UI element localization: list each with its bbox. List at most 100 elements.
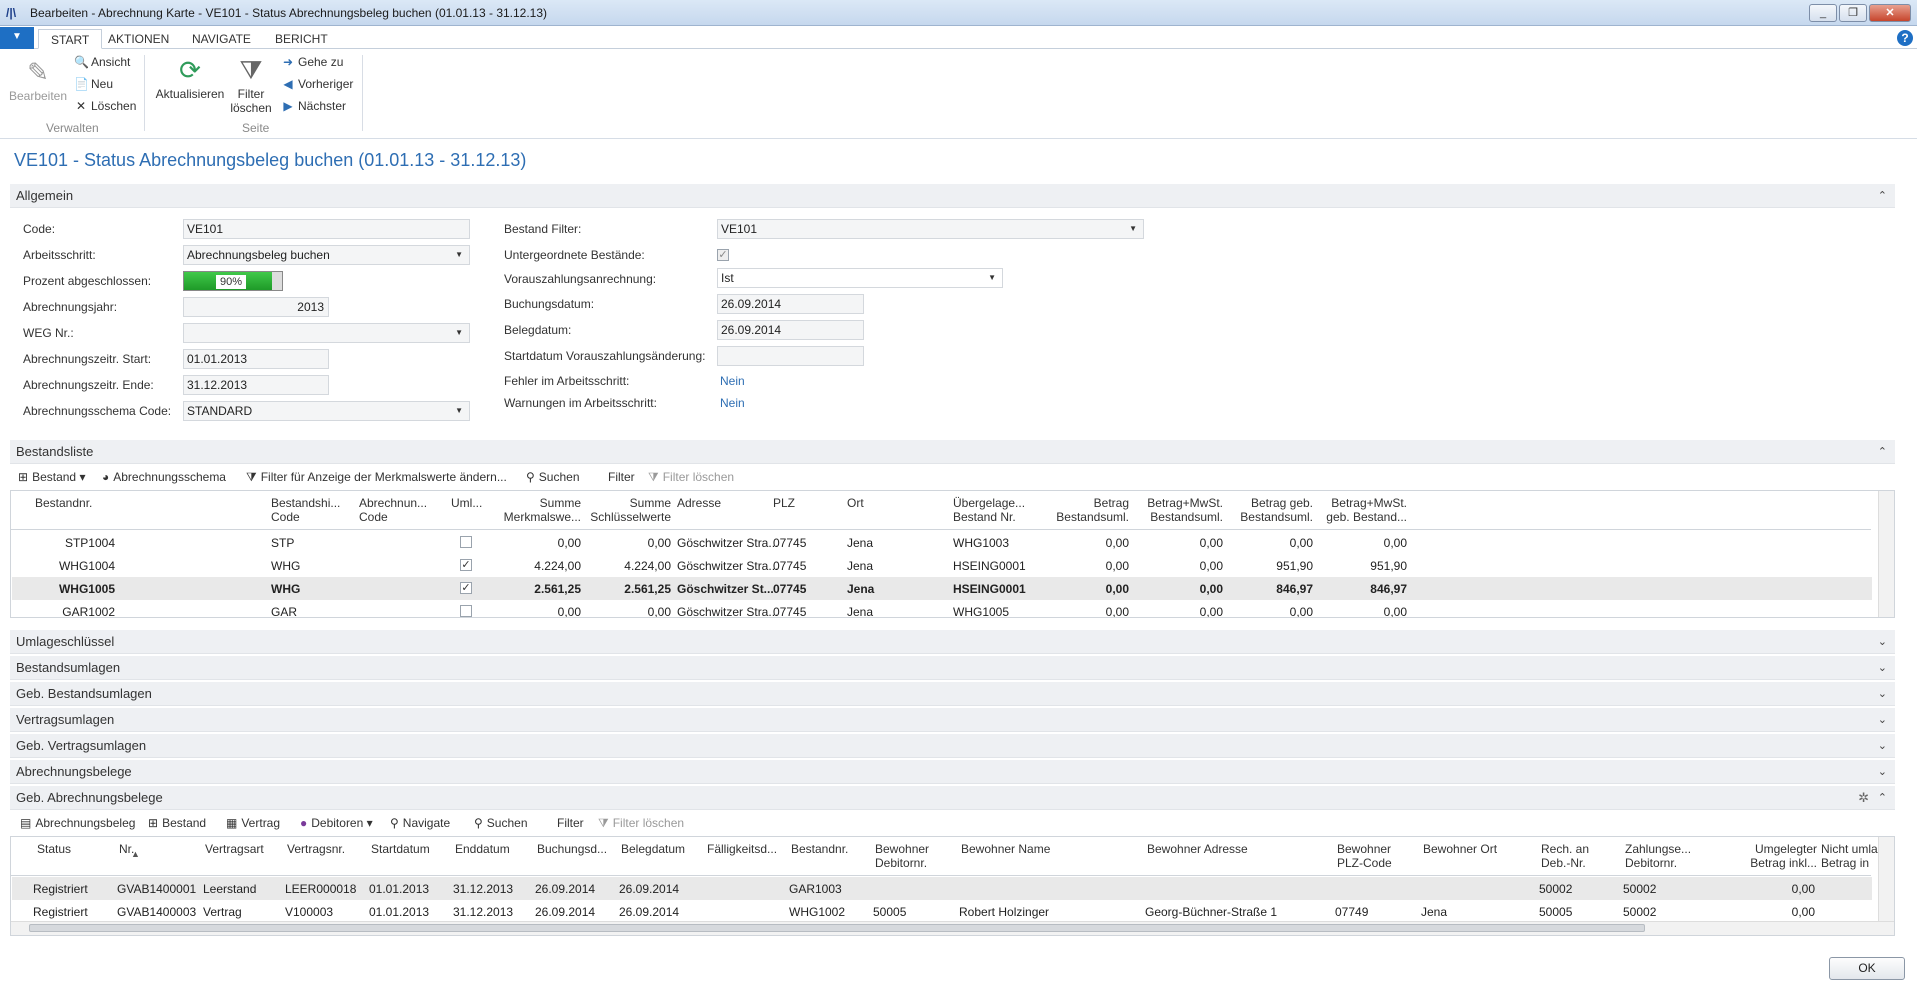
end-field[interactable]: 31.12.2013 xyxy=(183,375,329,395)
sub-checkbox[interactable]: ✓ xyxy=(717,249,729,261)
uml-checkbox[interactable]: ✓ xyxy=(460,582,472,594)
help-icon[interactable]: ? xyxy=(1897,30,1913,46)
column-header[interactable]: Rech. an Deb.-Nr. xyxy=(1541,842,1611,870)
column-header[interactable]: Nicht umla Betrag in xyxy=(1821,842,1879,870)
chevron-down-icon[interactable]: ⌄ xyxy=(1878,630,1887,654)
chevron-down-icon[interactable]: ⌄ xyxy=(1878,708,1887,732)
clear-filter-action[interactable]: ⧩ Filter löschen xyxy=(598,816,684,831)
chevron-down-icon[interactable]: ⌄ xyxy=(1878,682,1887,706)
tab-start[interactable]: START xyxy=(38,29,103,49)
warnings-link[interactable]: Nein xyxy=(720,396,745,410)
bestand-action[interactable]: ⊞ Bestand xyxy=(148,816,206,830)
clear-filter-button[interactable]: ⧩ Filter löschen xyxy=(226,55,276,115)
column-header[interactable]: Adresse xyxy=(677,496,777,510)
uml-checkbox[interactable]: ✓ xyxy=(460,559,472,571)
column-header[interactable]: Umgelegter Betrag inkl... xyxy=(1721,842,1817,870)
sort-ascending-icon[interactable]: ▲ xyxy=(131,847,140,861)
refresh-button[interactable]: ⟳ Aktualisieren xyxy=(154,55,226,101)
chevron-up-icon[interactable]: ⌃ xyxy=(1878,184,1887,208)
fasttab-allgemein[interactable]: Allgemein ⌃ xyxy=(10,184,1895,208)
column-header[interactable]: Betrag geb. Bestandsuml. xyxy=(1225,496,1313,524)
tab-aktionen[interactable]: AKTIONEN xyxy=(96,29,181,49)
navigate-action[interactable]: ⚲ Navigate xyxy=(390,816,450,830)
column-header[interactable]: Buchungsd... xyxy=(537,842,609,856)
column-header[interactable]: Bewohner Name xyxy=(961,842,1141,856)
next-button[interactable]: ▶ Nächster xyxy=(281,97,346,115)
new-button[interactable]: 📄 Neu xyxy=(74,75,113,93)
postdate-field[interactable]: 26.09.2014 xyxy=(717,294,864,314)
column-header[interactable]: Startdatum xyxy=(371,842,443,856)
app-menu-button[interactable]: ▼ xyxy=(0,27,34,49)
debitoren-action[interactable]: ● Debitoren ▾ xyxy=(300,816,373,830)
edit-button[interactable]: ✎ Bearbeiten xyxy=(8,57,68,103)
beleg-action[interactable]: ▤ Abrechnungsbeleg xyxy=(20,816,135,830)
column-header[interactable]: Vertragsnr. xyxy=(287,842,361,856)
column-header[interactable]: Abrechnun... Code xyxy=(359,496,439,524)
column-header[interactable]: Bestandshi... Code xyxy=(271,496,341,524)
tab-navigate[interactable]: NAVIGATE xyxy=(180,29,263,49)
goto-button[interactable]: ➜ Gehe zu xyxy=(281,53,343,71)
code-field[interactable]: VE101 xyxy=(183,219,470,239)
change-filter-action[interactable]: ⧩ Filter für Anzeige der Merkmalswerte än… xyxy=(246,470,507,485)
filter-action[interactable]: Filter xyxy=(557,816,584,830)
search-action[interactable]: ⚲ Suchen xyxy=(526,470,580,484)
column-header[interactable]: Bestandnr. xyxy=(35,496,125,510)
startchange-field[interactable] xyxy=(717,346,864,366)
column-header[interactable]: Bewohner Adresse xyxy=(1147,842,1337,856)
column-header[interactable]: Enddatum xyxy=(455,842,525,856)
chevron-up-icon[interactable]: ⌃ xyxy=(1878,440,1887,464)
column-header[interactable]: Uml... xyxy=(451,496,482,510)
tab-bericht[interactable]: BERICHT xyxy=(263,29,340,49)
column-header[interactable]: Fälligkeitsd... xyxy=(707,842,779,856)
fasttab-collapsed[interactable]: Abrechnungsbelege ⌄ xyxy=(10,760,1895,784)
weg-field[interactable] xyxy=(183,323,470,343)
bestand-action[interactable]: ⊞ Bestand ▾ xyxy=(18,470,85,484)
restore-button[interactable]: ❐ xyxy=(1839,4,1867,22)
errors-link[interactable]: Nein xyxy=(720,374,745,388)
vertical-scrollbar[interactable] xyxy=(1878,491,1894,617)
chevron-down-icon[interactable]: ⌄ xyxy=(1878,734,1887,758)
settings-icon[interactable]: ✲ xyxy=(1858,786,1869,810)
column-header[interactable]: Übergelage... Bestand Nr. xyxy=(953,496,1043,524)
chevron-up-icon[interactable]: ⌃ xyxy=(1878,786,1887,810)
filter-action[interactable]: Filter xyxy=(608,470,635,484)
fasttab-geb-abrechnungsbelege[interactable]: Geb. Abrechnungsbelege ✲ ⌃ xyxy=(10,786,1895,810)
column-header[interactable]: Betrag+MwSt. geb. Bestand... xyxy=(1315,496,1407,524)
uml-checkbox[interactable] xyxy=(460,536,472,548)
bestand-filter-field[interactable]: VE101 xyxy=(717,219,1144,239)
column-header[interactable]: Bestandnr. xyxy=(791,842,871,856)
vertrag-action[interactable]: ▦ Vertrag xyxy=(226,816,280,830)
fasttab-bestandsliste[interactable]: Bestandsliste ⌃ xyxy=(10,440,1895,464)
column-header[interactable]: Summe Schlüsselwerte xyxy=(583,496,671,524)
column-header[interactable]: Betrag Bestandsuml. xyxy=(1047,496,1129,524)
search-action[interactable]: ⚲ Suchen xyxy=(474,816,528,830)
clear-filter-action[interactable]: ⧩ Filter löschen xyxy=(648,470,734,485)
column-header[interactable]: Belegdatum xyxy=(621,842,693,856)
column-header[interactable]: PLZ xyxy=(773,496,833,510)
chevron-down-icon[interactable]: ⌄ xyxy=(1878,760,1887,784)
column-header[interactable]: Betrag+MwSt. Bestandsuml. xyxy=(1131,496,1223,524)
column-header[interactable]: Bewohner Debitornr. xyxy=(875,842,955,870)
fasttab-collapsed[interactable]: Geb. Bestandsumlagen ⌄ xyxy=(10,682,1895,706)
chevron-down-icon[interactable]: ⌄ xyxy=(1878,656,1887,680)
previous-button[interactable]: ◀ Vorheriger xyxy=(281,75,353,93)
horizontal-scroll-thumb[interactable] xyxy=(29,924,1645,932)
column-header[interactable]: Vertragsart xyxy=(205,842,269,856)
docdate-field[interactable]: 26.09.2014 xyxy=(717,320,864,340)
fasttab-collapsed[interactable]: Geb. Vertragsumlagen ⌄ xyxy=(10,734,1895,758)
start-field[interactable]: 01.01.2013 xyxy=(183,349,329,369)
uml-checkbox[interactable] xyxy=(460,605,472,617)
column-header[interactable]: Bewohner Ort xyxy=(1423,842,1533,856)
step-field[interactable]: Abrechnungsbeleg buchen xyxy=(183,245,470,265)
fasttab-collapsed[interactable]: Vertragsumlagen ⌄ xyxy=(10,708,1895,732)
schema-action[interactable]: ◕ Abrechnungsschema xyxy=(102,470,226,484)
fasttab-collapsed[interactable]: Bestandsumlagen ⌄ xyxy=(10,656,1895,680)
column-header[interactable]: Ort xyxy=(847,496,907,510)
column-header[interactable]: Summe Merkmalswe... xyxy=(489,496,581,524)
fasttab-collapsed[interactable]: Umlageschlüssel ⌄ xyxy=(10,630,1895,654)
minimize-button[interactable]: _ xyxy=(1809,4,1837,22)
view-button[interactable]: 🔍 Ansicht xyxy=(74,53,130,71)
column-header[interactable]: Zahlungse... Debitornr. xyxy=(1625,842,1705,870)
vertical-scrollbar[interactable] xyxy=(1878,837,1894,921)
prepay-field[interactable]: Ist xyxy=(717,268,1003,288)
